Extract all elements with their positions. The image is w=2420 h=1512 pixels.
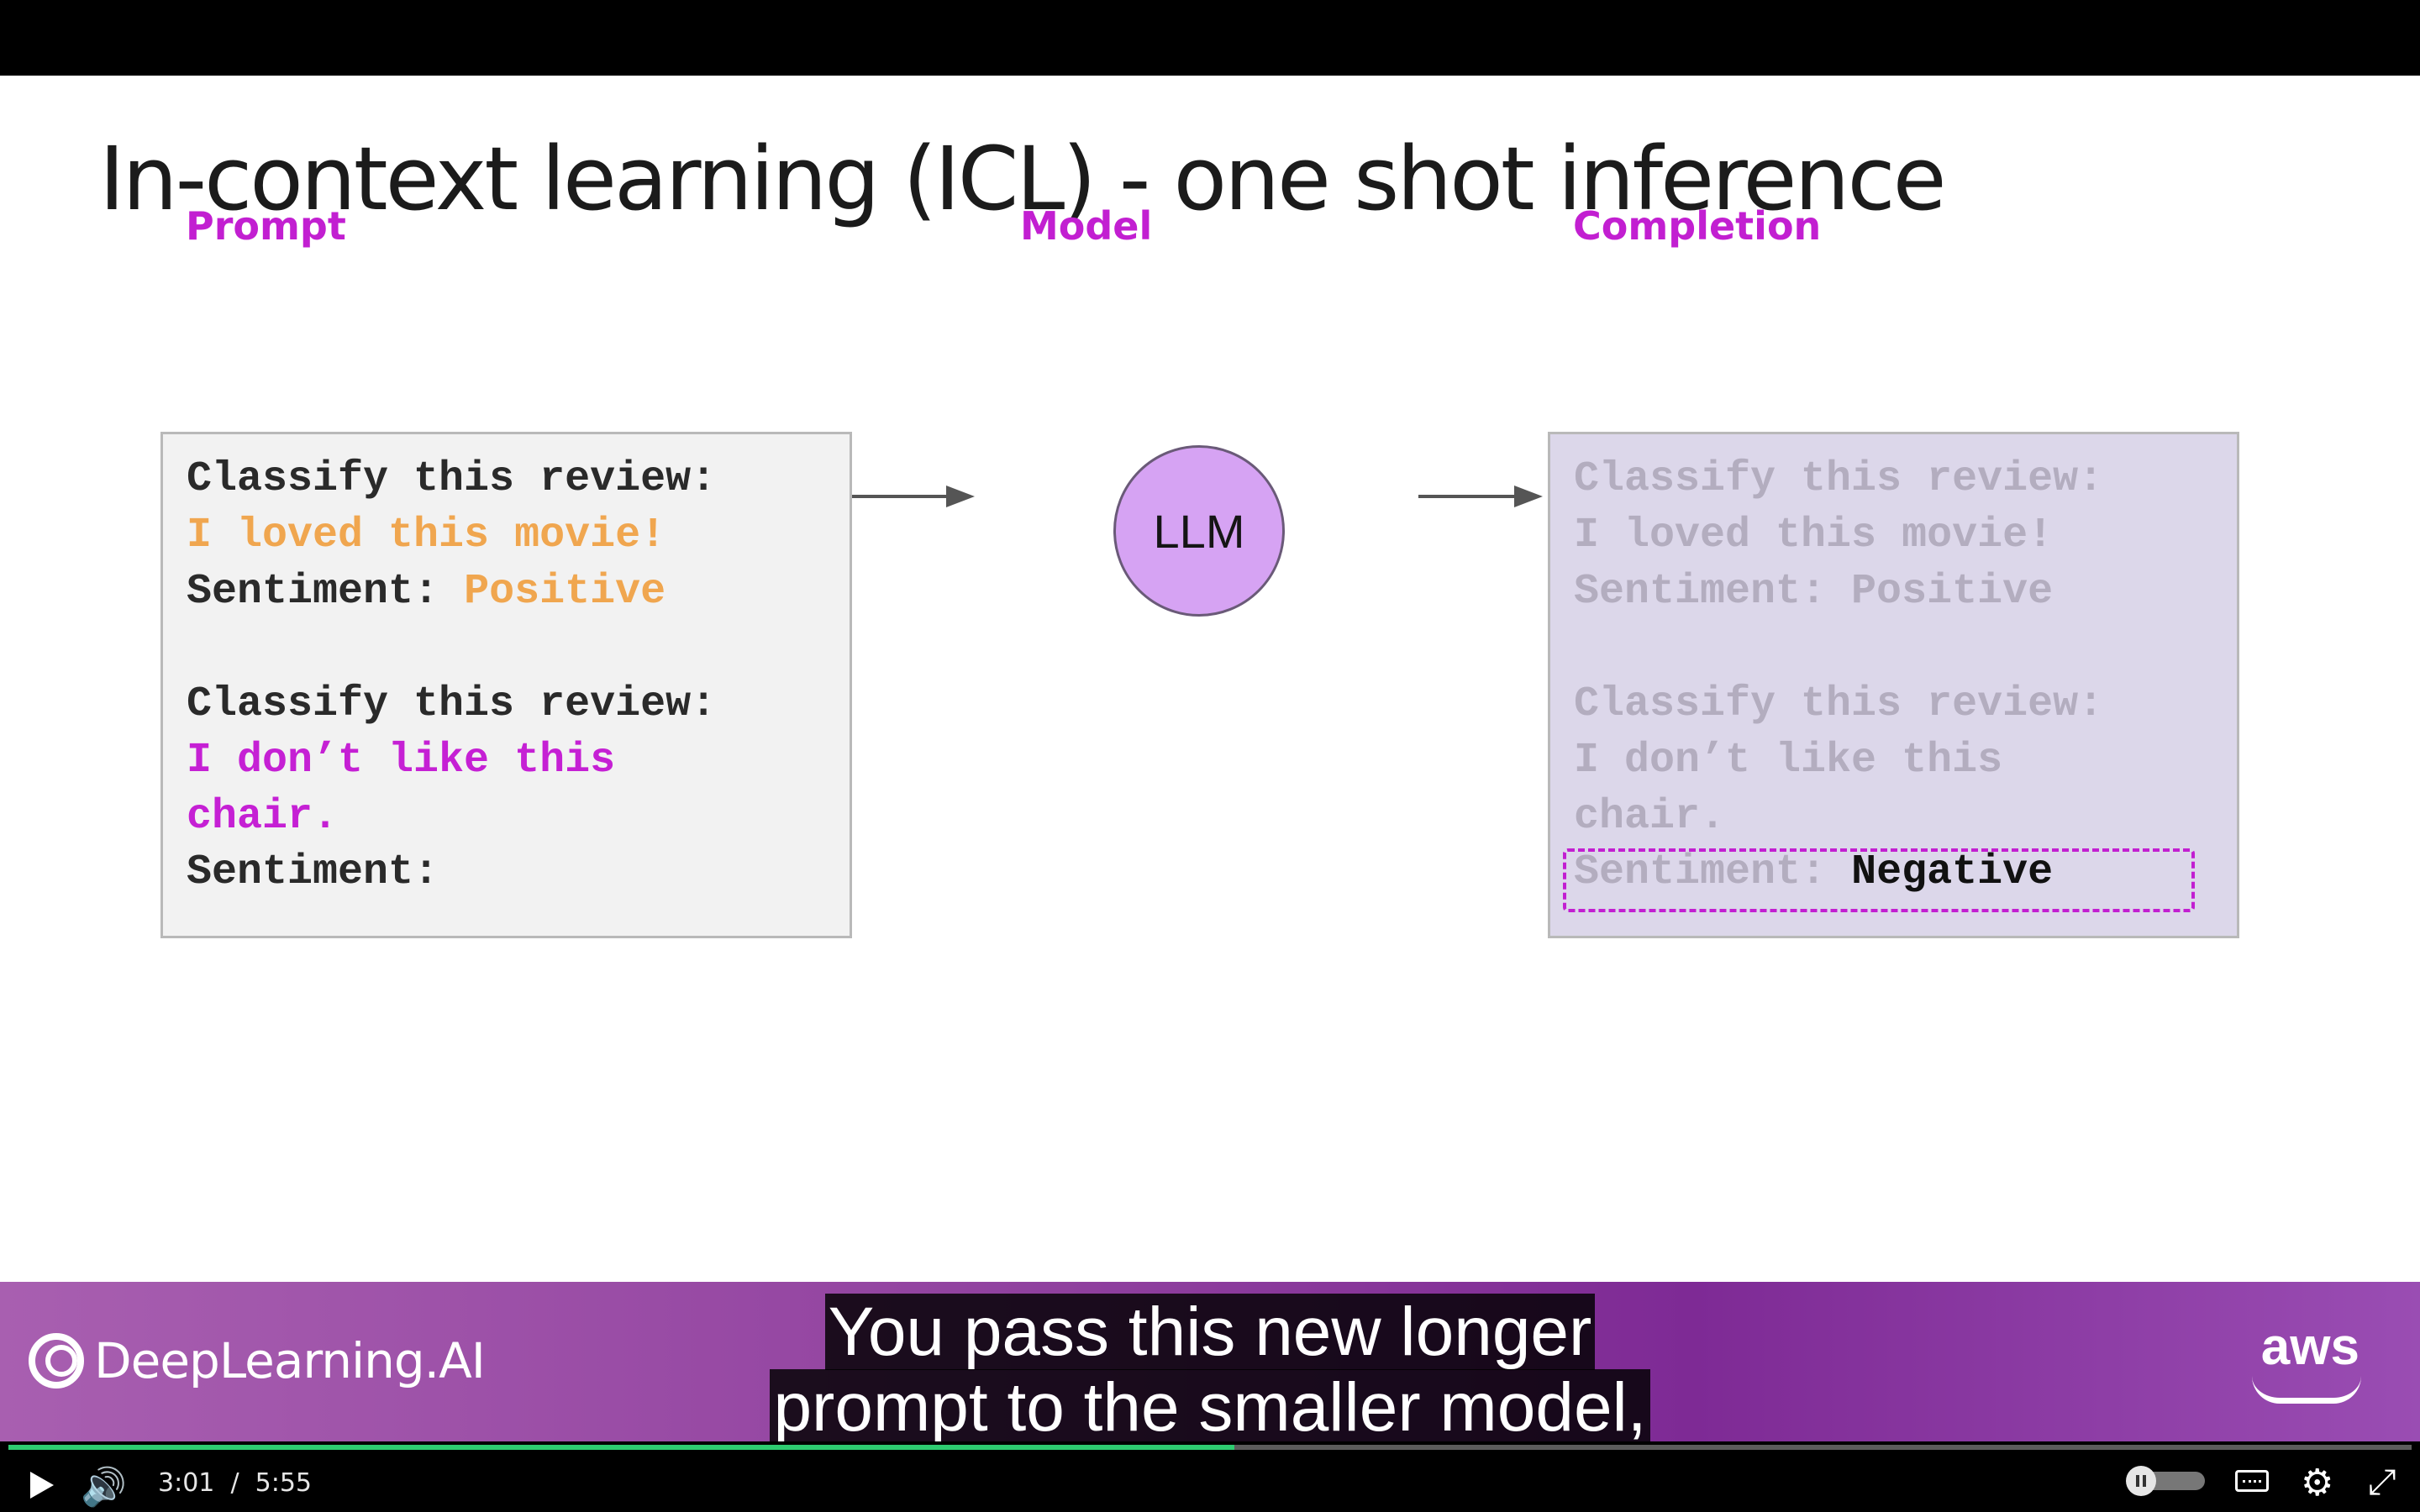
caption-text-1: You pass this new longer [824, 1294, 1596, 1370]
pause-toggle-icon[interactable] [2126, 1466, 2205, 1496]
play-icon[interactable] [30, 1472, 54, 1499]
toggle-knob [2126, 1466, 2156, 1496]
video-slide[interactable]: In-context learning (ICL) - one shot inf… [0, 76, 2420, 1282]
prompt-box: Classify this review: I loved this movie… [160, 432, 852, 938]
model-label: Model [1020, 203, 1153, 249]
prompt-line-6: chair. [187, 793, 339, 841]
time-separator: / [230, 1468, 239, 1498]
completion-line-3: Sentiment: Positive [1574, 568, 2054, 616]
volume-icon[interactable]: 🔊 [81, 1465, 127, 1509]
completion-line-1: Classify this review: [1574, 455, 2104, 503]
completion-line-4: Classify this review: [1574, 680, 2104, 728]
prompt-line-5: I don’t like this [187, 737, 616, 785]
model-to-completion-arrow [1418, 486, 1543, 507]
current-time: 3:01 [158, 1468, 215, 1498]
prompt-line-2: I loved this movie! [187, 512, 666, 559]
prompt-label: Prompt [186, 203, 346, 249]
caption-line-1: You pass this new longer [0, 1294, 2420, 1370]
prompt-line-7: Sentiment: [187, 848, 439, 896]
video-player: In-context learning (ICL) - one shot inf… [0, 0, 2420, 1512]
caption-line-2: prompt to the smaller model, [0, 1369, 2420, 1446]
prompt-line-3: Sentiment: Positive [187, 564, 666, 620]
llm-model-circle: LLM [1113, 445, 1285, 617]
completion-line-2: I loved this movie! [1574, 512, 2054, 559]
completion-line-6: chair. [1574, 793, 1726, 841]
player-controls: 🔊 3:01 / 5:55 ⚙ ⤢ [0, 1441, 2420, 1512]
completion-label: Completion [1573, 203, 1822, 249]
prompt-line-1: Classify this review: [187, 455, 717, 503]
completion-highlight-box [1563, 848, 2195, 912]
gear-icon[interactable]: ⚙ [2301, 1462, 2333, 1504]
prompt-to-model-arrow [852, 486, 975, 507]
exit-fullscreen-icon[interactable]: ⤢ [2368, 1462, 2396, 1503]
sentiment-label: Sentiment: [187, 568, 465, 616]
caption-text-2: prompt to the smaller model, [770, 1369, 1650, 1446]
prompt-line-4: Classify this review: [187, 680, 717, 728]
total-duration: 5:55 [255, 1468, 313, 1498]
top-letterbox [0, 0, 2420, 76]
progress-bar[interactable] [8, 1445, 2412, 1450]
sentiment-value-positive: Positive [464, 568, 666, 616]
closed-captions-icon[interactable] [2235, 1470, 2269, 1492]
completion-line-5: I don’t like this [1574, 737, 2003, 785]
progress-bar-fill [8, 1445, 1234, 1450]
time-display: 3:01 / 5:55 [158, 1468, 312, 1498]
